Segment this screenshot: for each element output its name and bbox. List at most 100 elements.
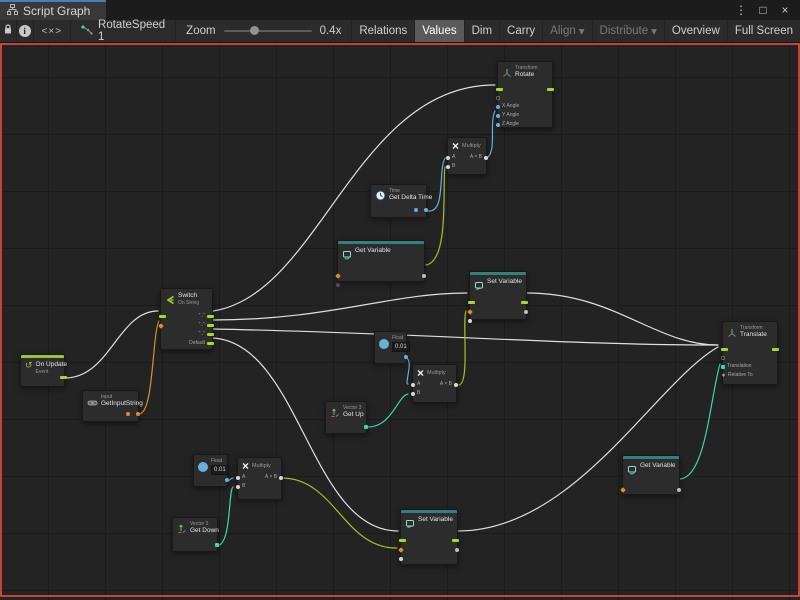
wire-switch-to-setvariable-mid[interactable] — [213, 293, 467, 320]
control-input-port[interactable] — [159, 315, 166, 318]
maximize-icon[interactable]: □ — [754, 2, 772, 18]
node-float-low[interactable]: Float 0.01 — [193, 454, 228, 487]
value-input-port[interactable] — [399, 557, 403, 561]
input-b-port[interactable] — [236, 485, 240, 489]
distribute-dropdown[interactable]: Distribute▾ — [592, 20, 664, 42]
float-output-port[interactable] — [424, 208, 428, 212]
zoom-slider[interactable] — [224, 30, 312, 32]
node-set-variable-low[interactable]: Set Variable — [400, 509, 458, 565]
control-output-port[interactable] — [521, 301, 528, 304]
node-get-up[interactable]: Vector 3 Get Up — [325, 401, 367, 434]
variable-name-port[interactable] — [335, 273, 341, 279]
overview-button[interactable]: Overview — [664, 20, 727, 42]
control-input-port[interactable] — [721, 348, 728, 351]
float-output-port[interactable] — [225, 478, 229, 482]
wire-onupdate-to-switch[interactable] — [65, 311, 158, 378]
dim-button[interactable]: Dim — [464, 20, 499, 42]
node-set-variable-mid[interactable]: Set Variable — [469, 271, 527, 320]
wire-multiply-to-rotate[interactable] — [487, 111, 495, 158]
input-b-port[interactable] — [446, 165, 450, 169]
vector-output-port[interactable] — [215, 543, 219, 547]
lock-button[interactable] — [0, 20, 17, 42]
control-output-port[interactable] — [60, 376, 67, 379]
wire-multiply-mid-to-setvariable[interactable] — [459, 311, 466, 385]
variable-name-port[interactable] — [620, 487, 626, 493]
vector-output-port[interactable] — [364, 425, 368, 429]
input-a-port[interactable] — [446, 156, 450, 160]
control-output-port[interactable] — [547, 88, 554, 91]
fullscreen-button[interactable]: Full Screen — [727, 20, 800, 42]
node-title: Float — [392, 335, 410, 341]
wire-setvariable-low-to-translate[interactable] — [458, 347, 718, 531]
translation-port[interactable] — [721, 365, 725, 369]
window-menu-icon[interactable]: ⋮ — [732, 2, 750, 18]
value-output-port[interactable] — [677, 488, 681, 492]
align-dropdown[interactable]: Align▾ — [542, 20, 591, 42]
node-get-variable-br[interactable]: Get Variable — [622, 455, 680, 495]
float-output-port[interactable] — [404, 355, 408, 359]
fallback-port[interactable] — [336, 283, 340, 287]
wire-deltatime-to-multiply[interactable] — [428, 158, 445, 211]
code-view-button[interactable]: <×> — [34, 20, 71, 42]
output-port[interactable] — [454, 383, 458, 387]
node-multiply-rotate[interactable]: × Multiply A A × B B — [447, 137, 487, 175]
control-output-port[interactable] — [452, 539, 459, 542]
input-a-port[interactable] — [411, 383, 415, 387]
info-button[interactable]: i — [17, 20, 34, 42]
value-input-port[interactable] — [468, 319, 472, 323]
wire-getvariable-to-multiply[interactable] — [426, 167, 445, 265]
relations-button[interactable]: Relations — [351, 20, 414, 42]
selector-input-port[interactable] — [158, 323, 164, 329]
wire-getup-to-multiply-mid[interactable] — [365, 394, 408, 427]
y-angle-port[interactable] — [496, 114, 500, 118]
graph-icon — [81, 25, 93, 38]
node-get-variable-top[interactable]: Get Variable — [337, 240, 425, 282]
control-input-port[interactable] — [399, 539, 406, 542]
graph-breadcrumb[interactable]: RotateSpeed 1 — [71, 20, 176, 42]
wire-setvariable-mid-to-translate[interactable] — [527, 293, 718, 345]
case-output-port[interactable] — [207, 333, 214, 336]
z-angle-port[interactable] — [496, 123, 500, 127]
wire-getvariable-br-to-translate[interactable] — [680, 364, 720, 479]
x-angle-port[interactable] — [496, 105, 500, 109]
target-transform-port[interactable] — [721, 356, 725, 360]
close-icon[interactable]: × — [776, 2, 794, 18]
wire-switch-to-setvariable-low[interactable] — [213, 338, 398, 531]
float-value-field[interactable]: 0.01 — [211, 465, 229, 475]
wire-getdown-to-multiply-low[interactable] — [216, 487, 233, 546]
input-a-port[interactable] — [236, 476, 240, 480]
node-float-mid[interactable]: Float 0.01 — [374, 331, 407, 364]
node-rotate[interactable]: Transform Rotate X Angle Y Angle Z Angle — [497, 61, 553, 128]
tab-script-graph[interactable]: Script Graph — [0, 0, 106, 20]
case-output-port[interactable] — [207, 324, 214, 327]
node-multiply-mid[interactable]: × Multiply A A × B B — [412, 364, 457, 403]
value-output-port[interactable] — [455, 548, 459, 552]
zoom-slider-thumb[interactable] — [250, 26, 259, 35]
input-b-port[interactable] — [411, 392, 415, 396]
output-port[interactable] — [279, 476, 283, 480]
node-get-input-string[interactable]: Input GetInputString — [82, 390, 139, 422]
variable-name-port[interactable] — [398, 547, 404, 553]
variable-name-port[interactable] — [467, 309, 473, 315]
output-port[interactable] — [484, 156, 488, 160]
value-output-port[interactable] — [422, 274, 426, 278]
node-switch-on-string[interactable]: Switch On String ".." ".." ".." Default — [160, 288, 213, 350]
default-output-port[interactable] — [207, 342, 214, 345]
node-get-down[interactable]: Vector 3 Get Down — [172, 517, 218, 552]
node-multiply-low[interactable]: × Multiply A A × B B — [237, 457, 282, 500]
values-button[interactable]: Values — [414, 20, 463, 42]
float-value-field[interactable]: 0.01 — [392, 342, 410, 352]
control-input-port[interactable] — [468, 301, 475, 304]
target-transform-port[interactable] — [496, 96, 500, 100]
graph-canvas[interactable]: ↺ On Update Event Input GetInputString — [0, 43, 800, 600]
carry-button[interactable]: Carry — [499, 20, 542, 42]
value-output-port[interactable] — [524, 310, 528, 314]
control-input-port[interactable] — [496, 88, 503, 91]
node-translate[interactable]: Transform Translate Translation ∗Relativ… — [722, 321, 778, 385]
wire-multiply-low-to-setvariable[interactable] — [284, 478, 397, 548]
string-output-port[interactable] — [136, 412, 140, 416]
case-output-port[interactable] — [207, 315, 214, 318]
control-output-port[interactable] — [772, 348, 779, 351]
node-get-delta-time[interactable]: Time Get Delta Time — [370, 184, 427, 218]
node-on-update[interactable]: ↺ On Update Event — [20, 354, 65, 387]
